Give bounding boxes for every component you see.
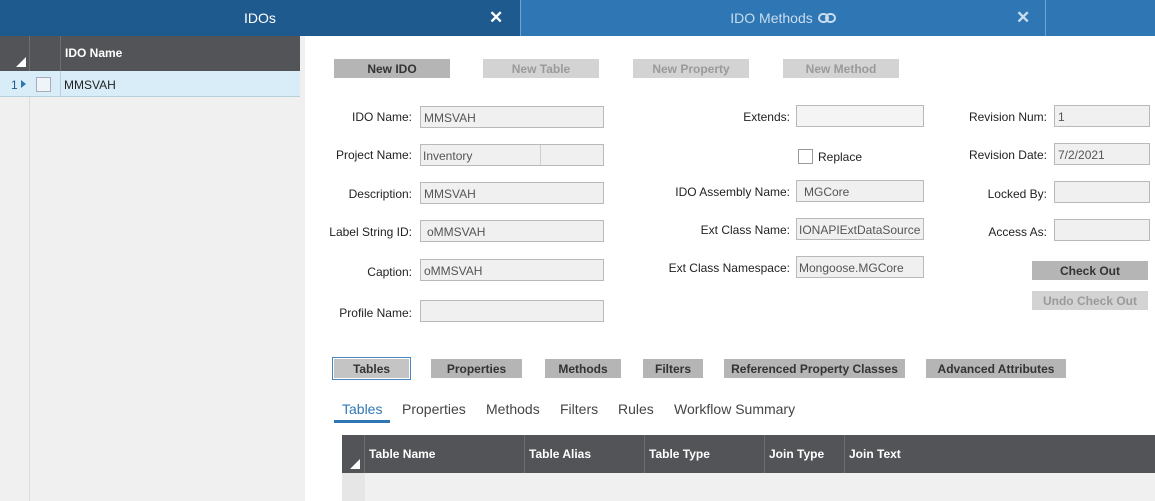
caption-label: Caption:: [367, 265, 412, 279]
label-string-id-label: Label String ID:: [329, 225, 412, 239]
checkbox-column-header: [30, 36, 61, 71]
locked-by-label: Locked By:: [987, 187, 1047, 201]
undo-check-out-button[interactable]: Undo Check Out: [1032, 291, 1148, 310]
subtab-tables[interactable]: Tables: [342, 401, 382, 417]
tables-section-button[interactable]: Tables: [332, 357, 411, 380]
column-header-join-type[interactable]: Join Type: [765, 435, 845, 473]
new-ido-button[interactable]: New IDO: [334, 59, 450, 78]
replace-checkbox[interactable]: [798, 149, 813, 164]
locked-by-field[interactable]: [1054, 181, 1150, 203]
column-header-table-alias[interactable]: Table Alias: [525, 435, 645, 473]
revision-date-label: Revision Date:: [968, 148, 1047, 162]
row-checkbox[interactable]: [36, 77, 51, 92]
description-label: Description:: [348, 187, 412, 201]
link-icon: [817, 11, 836, 27]
project-name-value: Inventory: [423, 149, 473, 163]
corner-triangle-icon: [16, 57, 26, 67]
new-property-button[interactable]: New Property: [633, 59, 749, 78]
ido-assembly-name-label: IDO Assembly Name:: [675, 185, 790, 199]
description-field[interactable]: MMSVAH: [420, 182, 604, 204]
row-header-column: [342, 473, 365, 501]
subtab-rules[interactable]: Rules: [618, 401, 654, 417]
grid-divider: [29, 97, 30, 501]
tab-idos[interactable]: IDOs ✕: [0, 0, 520, 36]
field-divider: [540, 145, 541, 165]
extends-label: Extends:: [743, 110, 790, 124]
tab-divider: [1045, 0, 1046, 36]
replace-label: Replace: [818, 150, 863, 164]
tab-idos-label: IDOs: [244, 10, 276, 26]
new-table-button[interactable]: New Table: [483, 59, 599, 78]
column-header-table-name[interactable]: Table Name: [365, 435, 525, 473]
close-icon[interactable]: ✕: [1016, 9, 1030, 27]
current-row-arrow-icon: [21, 80, 26, 88]
ido-assembly-name-field[interactable]: MGCore: [796, 180, 924, 202]
column-header-join-text[interactable]: Join Text: [845, 435, 1155, 473]
grid-header: Table Name Table Alias Table Type Join T…: [342, 435, 1155, 473]
active-subtab-indicator: [334, 420, 390, 423]
label-string-id-field[interactable]: oMMSVAH: [420, 220, 604, 242]
subtab-workflow-summary[interactable]: Workflow Summary: [674, 401, 795, 417]
access-as-label: Access As:: [988, 225, 1047, 239]
ext-class-name-field[interactable]: IONAPIExtDataSource: [796, 218, 924, 240]
grid-divider: [60, 71, 61, 97]
ido-name-field[interactable]: MMSVAH: [420, 106, 604, 128]
select-all-corner[interactable]: [0, 36, 30, 71]
ext-class-name-label: Ext Class Name:: [700, 223, 790, 237]
referenced-property-classes-button[interactable]: Referenced Property Classes: [724, 359, 905, 378]
new-method-button[interactable]: New Method: [783, 59, 899, 78]
profile-name-label: Profile Name:: [339, 306, 412, 320]
column-header-ido-name[interactable]: IDO Name: [65, 46, 122, 60]
subtab-properties[interactable]: Properties: [402, 401, 466, 417]
project-name-field[interactable]: Inventory: [420, 144, 604, 166]
extends-field[interactable]: [796, 105, 924, 127]
tab-bar: IDOs ✕ IDO Methods ✕: [0, 0, 1155, 36]
row-number: 1: [11, 78, 18, 92]
table-row[interactable]: 1 MMSVAH: [0, 71, 300, 97]
ido-name-cell[interactable]: MMSVAH: [64, 78, 116, 92]
revision-num-label: Revision Num:: [968, 110, 1047, 124]
revision-date-field[interactable]: 7/2/2021: [1054, 143, 1150, 165]
grid-header: IDO Name: [0, 36, 300, 71]
ext-class-namespace-label: Ext Class Namespace:: [668, 261, 790, 275]
check-out-button[interactable]: Check Out: [1032, 261, 1148, 280]
select-all-corner[interactable]: [342, 435, 365, 473]
subtab-methods[interactable]: Methods: [486, 401, 540, 417]
ido-name-label: IDO Name:: [351, 110, 412, 124]
tab-ido-methods-label: IDO Methods: [730, 10, 813, 26]
profile-name-field[interactable]: [420, 300, 604, 322]
corner-triangle-icon: [350, 459, 360, 469]
properties-section-button[interactable]: Properties: [431, 359, 522, 378]
methods-section-button[interactable]: Methods: [545, 359, 621, 378]
ido-list-grid: IDO Name 1 MMSVAH: [0, 36, 305, 501]
revision-num-field[interactable]: 1: [1054, 105, 1150, 127]
ext-class-namespace-field[interactable]: Mongoose.MGCore: [796, 256, 924, 278]
tab-ido-methods[interactable]: IDO Methods ✕: [521, 0, 1045, 36]
filters-section-button[interactable]: Filters: [643, 359, 703, 378]
tables-grid: Table Name Table Alias Table Type Join T…: [342, 435, 1155, 501]
advanced-attributes-button[interactable]: Advanced Attributes: [926, 359, 1066, 378]
subtab-filters[interactable]: Filters: [560, 401, 598, 417]
project-name-label: Project Name:: [335, 148, 412, 162]
column-header-table-type[interactable]: Table Type: [645, 435, 765, 473]
access-as-field[interactable]: [1054, 219, 1150, 241]
close-icon[interactable]: ✕: [489, 9, 503, 27]
caption-field[interactable]: oMMSVAH: [420, 259, 604, 281]
